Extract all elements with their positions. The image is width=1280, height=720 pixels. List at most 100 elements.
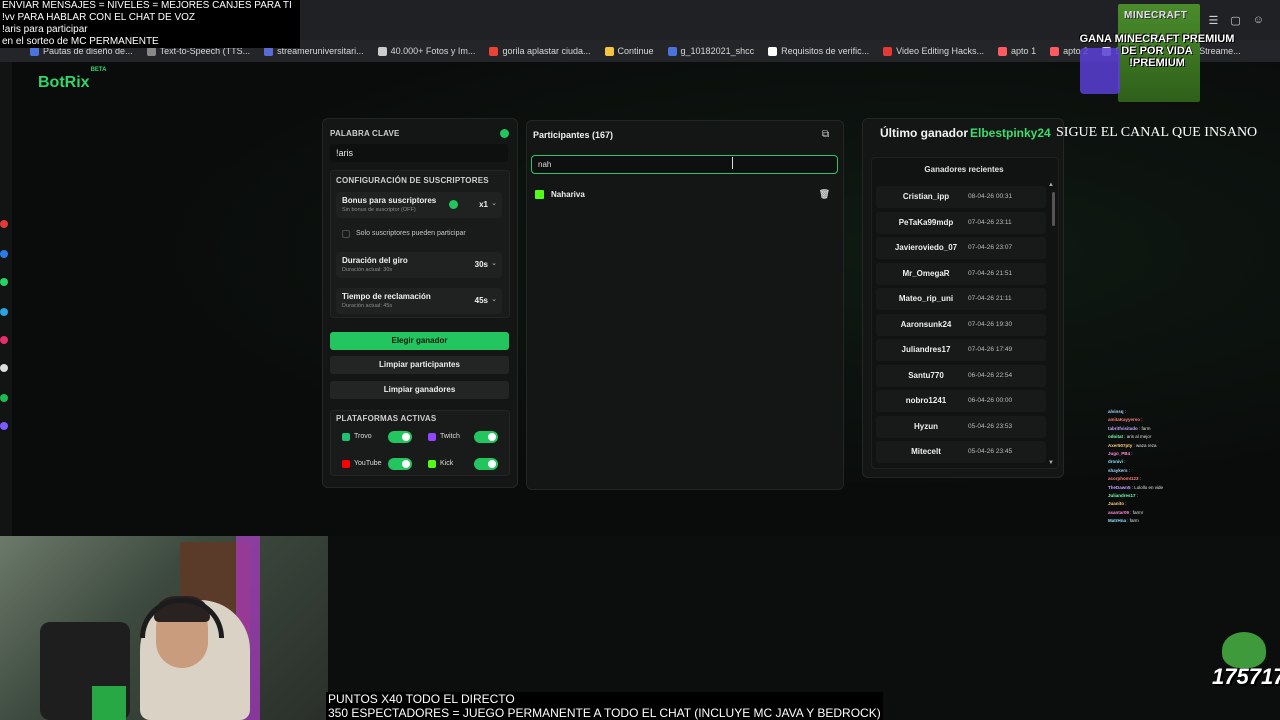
participant-search-input[interactable]: nah xyxy=(531,155,838,174)
copy-icon[interactable]: ⧉ xyxy=(822,129,834,141)
winner-name: Mr_OmegaR xyxy=(902,268,950,278)
winner-name: Aaronsunk24 xyxy=(900,319,952,329)
overlay-line: ENVIAR MENSAJES = NIVELES = MEJORES CANJ… xyxy=(2,0,292,11)
bookmark-item[interactable]: gorila aplastar ciuda... xyxy=(489,46,591,56)
platform-trovo: Trovo xyxy=(336,428,416,446)
bookmark-icon xyxy=(377,46,387,56)
instagram-icon[interactable] xyxy=(0,336,8,344)
scroll-down-icon[interactable]: ▼ xyxy=(1048,460,1054,466)
telegram-icon[interactable] xyxy=(0,308,8,316)
trovo-toggle[interactable] xyxy=(388,431,412,443)
chat-username: Jugo_PB4 xyxy=(1108,451,1131,457)
promo-line: DE POR VIDA xyxy=(1121,45,1193,57)
scroll-up-icon[interactable]: ▲ xyxy=(1048,182,1054,188)
overlay-line: !vv PARA HABLAR CON EL CHAT DE VOZ xyxy=(2,12,196,23)
clear-participants-button[interactable]: Limpiar participantes xyxy=(330,356,509,374)
participant-name: Nahariva xyxy=(551,190,585,199)
bookmark-item[interactable]: Requisitos de verific... xyxy=(768,46,869,56)
platform-kick: Kick xyxy=(422,455,502,473)
keyword-label: PALABRA CLAVE xyxy=(330,129,400,138)
spin-duration-subtitle: Duración actual: 30s xyxy=(342,267,393,273)
recent-winner-row[interactable]: Mr_OmegaR 07-04-26 21:51 xyxy=(876,262,1046,285)
platform-name: YouTube xyxy=(354,460,382,467)
text-cursor xyxy=(732,157,733,169)
claim-time-row: Tiempo de reclamación Duración actual: 4… xyxy=(336,288,502,314)
last-winner-title: Último ganador xyxy=(880,126,969,140)
trovo-icon xyxy=(342,433,350,441)
participant-row[interactable]: Nahariva 🗑 xyxy=(531,187,838,203)
twitch-icon xyxy=(428,433,436,441)
recent-winner-row[interactable]: Cristian_ipp 08-04-26 00:31 xyxy=(876,186,1046,208)
platform-twitch: Twitch xyxy=(422,428,502,446)
keyword-input[interactable]: !aris xyxy=(330,144,508,162)
x-icon[interactable] xyxy=(0,364,8,372)
participants-panel xyxy=(526,120,844,490)
promo-line: GANA MINECRAFT PREMIUM xyxy=(1079,33,1235,45)
subscriber-config-title: CONFIGURACIÓN DE SUSCRIPTORES xyxy=(336,176,489,185)
only-subs-checkbox-row[interactable]: Solo suscriptores pueden participar xyxy=(336,228,502,242)
winner-date: 06-04-26 00:00 xyxy=(968,397,1013,404)
winner-date: 07-04-26 21:51 xyxy=(968,269,1013,277)
winner-name: Hyzun xyxy=(914,421,938,431)
bookmark-item[interactable]: apto 1 xyxy=(998,46,1036,56)
stream-chat: alvinsq : amitaKayyerso : tabritfvisitad… xyxy=(1108,408,1218,526)
bookmark-item[interactable]: Continue xyxy=(604,46,654,56)
social-icon[interactable] xyxy=(0,250,8,258)
bookmark-icon xyxy=(998,46,1008,56)
only-subs-checkbox[interactable] xyxy=(342,230,350,238)
bookmark-icon xyxy=(489,46,499,56)
recent-winner-row[interactable]: PeTaKa99mdp 07-04-26 23:11 xyxy=(876,211,1046,234)
bookmark-item[interactable]: Video Editing Hacks... xyxy=(883,46,984,56)
recent-winner-row[interactable]: Hyzun 05-04-26 23:53 xyxy=(876,415,1046,438)
clear-winners-button[interactable]: Limpiar ganadores xyxy=(330,381,509,399)
recent-winner-row[interactable]: Mitecelt 05-04-26 23:45 xyxy=(876,441,1046,463)
chat-message: shaykers : xyxy=(1108,467,1131,473)
bonus-select[interactable]: x1 xyxy=(479,200,488,209)
tab-icon[interactable]: ▢ xyxy=(1230,14,1240,27)
chat-username: odoitat xyxy=(1108,434,1123,440)
chat-message: Juliandres17 : xyxy=(1108,493,1139,499)
youtube-toggle[interactable] xyxy=(388,458,412,470)
claim-time-select[interactable]: 45s xyxy=(475,296,488,305)
social-icon[interactable] xyxy=(0,220,8,228)
chevron-down-icon[interactable]: ⌄ xyxy=(491,259,497,267)
chat-message: Jugo_PB4 : xyxy=(1108,451,1133,457)
kick-toggle[interactable] xyxy=(474,458,498,470)
whatsapp-icon[interactable] xyxy=(0,278,8,286)
recent-winner-row[interactable]: Mateo_rip_uni 07-04-26 21:11 xyxy=(876,288,1046,310)
recent-winner-row[interactable]: Juliandres17 07-04-26 17:49 xyxy=(876,339,1046,361)
winner-date: 07-04-26 17:49 xyxy=(968,346,1013,353)
pick-winner-button[interactable]: Elegir ganador xyxy=(330,332,509,350)
scrollbar-thumb[interactable] xyxy=(1052,192,1055,226)
recent-winner-row[interactable]: Santu770 06-04-26 22:54 xyxy=(876,364,1046,387)
bookmark-item[interactable]: g_10182021_shcc xyxy=(667,46,754,56)
recent-winner-row[interactable]: Javieroviedo_07 07-04-26 23:07 xyxy=(876,237,1046,259)
spin-duration-title: Duración del giro xyxy=(342,256,408,265)
chat-username: acorphomI123 xyxy=(1108,476,1139,482)
bookmark-item[interactable]: 40.000+ Fotos y Im... xyxy=(377,46,475,56)
recent-winner-row[interactable]: Aaronsunk24 07-04-26 19:30 xyxy=(876,313,1046,336)
viewer-count: 175717 xyxy=(1212,664,1280,689)
chevron-down-icon[interactable]: ⌄ xyxy=(491,295,497,303)
chat-message: amitaKayyerso : xyxy=(1108,417,1143,423)
winner-date: 05-04-26 23:53 xyxy=(968,422,1013,430)
menu-icon[interactable]: ☰ xyxy=(1208,14,1218,27)
chat-text: waza reza xyxy=(1136,442,1157,448)
trash-icon[interactable]: 🗑 xyxy=(819,189,830,200)
twitch-toggle[interactable] xyxy=(474,431,498,443)
logo-text: BotRix xyxy=(38,74,90,91)
chat-text: farm xyxy=(1129,518,1139,524)
platform-youtube: YouTube xyxy=(336,455,416,473)
minecraft-promo-text: GANA MINECRAFT PREMIUM DE POR VIDA !PREM… xyxy=(1072,33,1242,69)
recent-winner-row[interactable]: nobro1241 06-04-26 00:00 xyxy=(876,390,1046,412)
spin-duration-select[interactable]: 30s xyxy=(475,260,488,269)
profile-icon[interactable]: ☺ xyxy=(1253,14,1264,27)
botrix-logo[interactable]: BotRixBETA xyxy=(38,67,106,92)
spotify-icon[interactable] xyxy=(0,394,8,402)
only-subs-label: Solo suscriptores pueden participar xyxy=(356,230,466,237)
creeper-plush-image xyxy=(92,686,126,720)
bookmark-icon xyxy=(667,46,677,56)
social-icon[interactable] xyxy=(0,422,8,430)
chevron-down-icon[interactable]: ⌄ xyxy=(491,199,497,207)
youtube-icon xyxy=(342,460,350,468)
